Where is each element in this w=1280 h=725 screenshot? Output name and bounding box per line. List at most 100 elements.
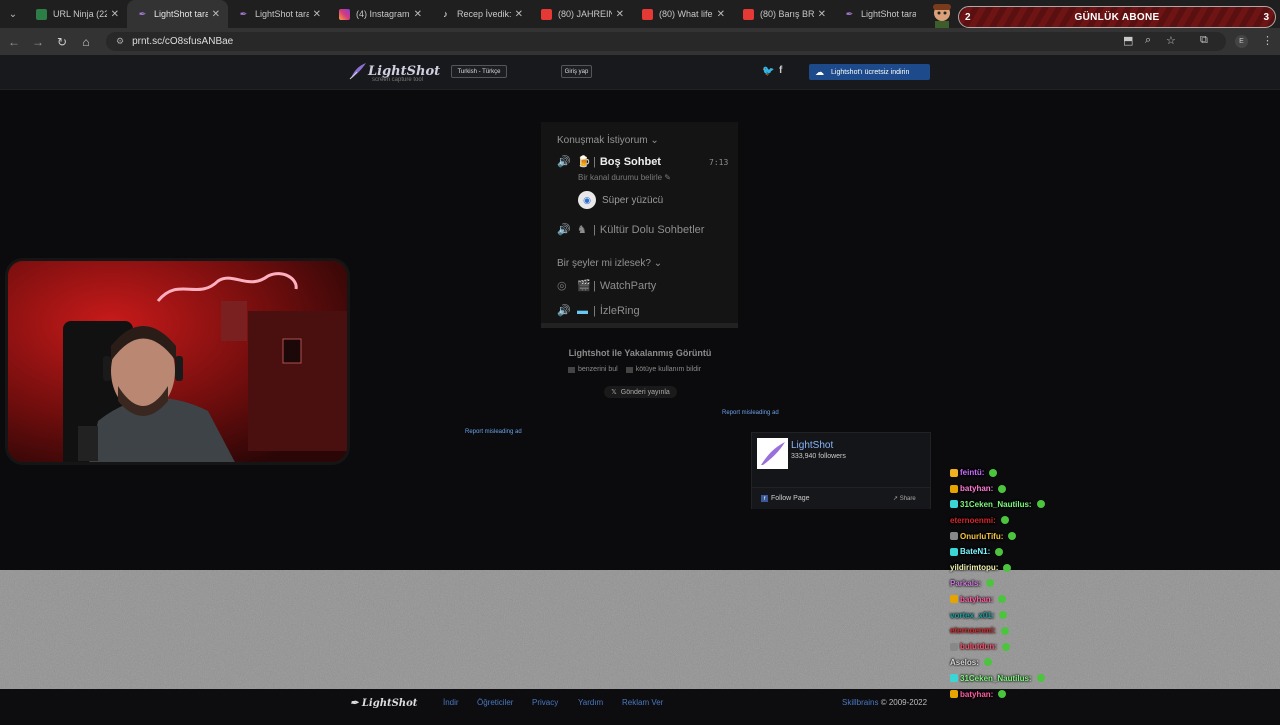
footer-link[interactable]: Yardım (578, 698, 603, 707)
browser-tab-active[interactable]: ✒ LightShot tarafı ✕ (127, 0, 228, 28)
chat-badge-icon (950, 690, 958, 699)
facebook-action-bar: f Follow Page ↗ Share (752, 487, 930, 509)
tweet-button[interactable]: 𝕏 Gönderi yayınla (604, 386, 677, 398)
voice-channel-active: 🔊 🍺 | Boş Sohbet (557, 155, 661, 169)
find-similar-link[interactable]: benzerini bul (568, 366, 618, 373)
chat-username: batyhan: (960, 594, 994, 604)
tab-close-icon[interactable]: ✕ (414, 9, 422, 20)
chat-emote-icon (998, 690, 1007, 699)
report-misleading-ad-link[interactable]: Report misleading ad (722, 410, 779, 416)
profile-avatar[interactable]: E (1235, 35, 1248, 48)
download-button[interactable]: ☁ Lightshot'ı ücretsiz indirin (809, 64, 930, 80)
tab-close-icon[interactable]: ✕ (616, 9, 624, 20)
browser-tab[interactable]: ♪ Recep İvedik: I ✕ (430, 0, 531, 28)
chat-username: OnurluTifu: (960, 531, 1004, 541)
lightshot-logo[interactable]: LightShot screen capture tool (348, 61, 440, 83)
home-icon[interactable]: ⌂ (74, 30, 98, 54)
chat-badge-icon (950, 484, 958, 493)
back-arrow-icon[interactable]: ← (2, 30, 26, 54)
twitter-icon[interactable]: 🐦 (762, 66, 774, 77)
tab-search-chevron-icon[interactable]: ⌄ (0, 0, 26, 28)
browser-tab[interactable]: ✒ LightShot tarafı ✕ (228, 0, 329, 28)
banner-right-count: 3 (1263, 11, 1269, 23)
channel-name: WatchParty (599, 279, 657, 292)
tab-close-icon[interactable]: ✕ (818, 9, 826, 20)
footer-link[interactable]: İndir (443, 698, 459, 707)
tweet-button-label: Gönderi yayınla (620, 388, 670, 396)
chat-username: yildirimtopu: (950, 563, 999, 573)
chat-message: BateN1: (950, 544, 1110, 560)
channel-name: Kültür Dolu Sohbetler (599, 223, 705, 236)
stream-chat-overlay: feintü: batyhan: 31Ceken_Nautilus: eternoen… (950, 465, 1110, 702)
tab-close-icon[interactable]: ✕ (111, 9, 119, 20)
language-button[interactable]: Turkish - Türkçe (451, 65, 507, 78)
tab-title: LightShot tarafı (861, 9, 916, 19)
tab-close-icon[interactable]: ✕ (313, 9, 321, 20)
lightshot-feather-icon (349, 63, 366, 80)
share-button[interactable]: ↗ Share (893, 495, 916, 502)
login-button[interactable]: Giriş yap (561, 65, 592, 78)
broadcast-icon: ◎ (557, 280, 567, 292)
tab-close-icon[interactable]: ✕ (212, 9, 220, 20)
facebook-page-name[interactable]: LightShot (791, 440, 833, 451)
lightshot-feather-icon: ✒ (138, 8, 147, 19)
tab-title: LightShot tarafı (154, 9, 208, 19)
facebook-icon[interactable]: f (779, 65, 782, 76)
more-menu-icon[interactable]: ⋮ (1262, 34, 1273, 47)
cloud-download-icon: ☁ (815, 66, 824, 77)
browser-tab[interactable]: URL Ninja (228 ✕ (26, 0, 127, 28)
separator: | (593, 279, 596, 292)
chat-username: eternoenmi: (950, 515, 996, 525)
footer-link[interactable]: Reklam Ver (622, 698, 663, 707)
tab-close-icon[interactable]: ✕ (515, 9, 523, 20)
install-app-icon[interactable]: ⬒ (1123, 34, 1133, 47)
footer-logo[interactable]: ✒ LightShot (350, 698, 417, 709)
chat-emote-icon (999, 611, 1008, 620)
voice-channel: 🔊 ♞ | Kültür Dolu Sohbetler (557, 223, 705, 237)
chat-message: 31Ceken_Nautilus: (950, 497, 1110, 513)
follow-page-button[interactable]: f Follow Page (761, 495, 810, 502)
browser-tab[interactable]: (4) Instagram ✕ (329, 0, 430, 28)
chat-emote-icon (983, 658, 992, 667)
site-info-icon[interactable]: ⚙ (116, 36, 124, 47)
separator: | (593, 155, 596, 168)
chat-emote-icon (989, 468, 998, 477)
browser-tab[interactable]: ✒ LightShot tarafı (834, 0, 924, 28)
forward-arrow-icon[interactable]: → (26, 30, 50, 54)
extensions-icon[interactable]: ⧉ (1200, 34, 1208, 47)
reload-icon[interactable]: ↻ (50, 30, 74, 54)
report-misleading-ad-link[interactable]: Report misleading ad (465, 429, 522, 435)
chat-message: bulutdun: (950, 639, 1110, 655)
chat-emote-icon (1000, 626, 1009, 635)
address-bar[interactable]: ⚙ prnt.sc/cO8sfusANBae (106, 32, 1226, 51)
browser-tab[interactable]: (80) JAHREIN I ✕ (531, 0, 632, 28)
facebook-icon: f (761, 495, 768, 502)
footer-link[interactable]: Öğreticiler (477, 698, 513, 707)
tab-title: URL Ninja (228 (53, 9, 107, 19)
voice-user: ◉ Süper yüzücü (578, 191, 663, 209)
divider (541, 323, 738, 328)
lightshot-feather-icon: ✒ (845, 8, 854, 19)
instagram-icon (339, 8, 350, 20)
zoom-icon[interactable]: ⌕ (1145, 34, 1151, 47)
chat-badge-icon (950, 547, 958, 556)
skillbrains-link[interactable]: Skillbrains (842, 698, 878, 707)
browser-tab[interactable]: (80) What life ✕ (632, 0, 733, 28)
browser-toolbar: ← → ↻ ⌂ ⚙ prnt.sc/cO8sfusANBae (0, 28, 1280, 55)
bookmark-star-icon[interactable]: ☆ (1166, 34, 1176, 47)
tab-close-icon[interactable]: ✕ (717, 9, 725, 20)
browser-tab[interactable]: (80) Barış BRA ✕ (733, 0, 834, 28)
separator: | (593, 304, 596, 317)
chat-emote-icon (1003, 563, 1012, 572)
chat-emote-icon (1036, 500, 1045, 509)
tab-title: (80) Barış BRA (760, 9, 814, 19)
facebook-followers: 333,940 followers (791, 453, 846, 460)
tv-emoji-icon: ▬ (577, 304, 588, 317)
chat-emote-icon (1036, 674, 1045, 683)
chat-username: batyhan: (960, 484, 994, 494)
lightshot-page-thumbnail[interactable] (757, 438, 788, 469)
report-abuse-link[interactable]: kötüye kullanım bildir (625, 366, 701, 373)
facebook-page-widget: LightShot 333,940 followers f Follow Page… (751, 432, 931, 509)
tab-title: Recep İvedik: I (457, 9, 511, 19)
footer-link[interactable]: Privacy (532, 698, 558, 707)
